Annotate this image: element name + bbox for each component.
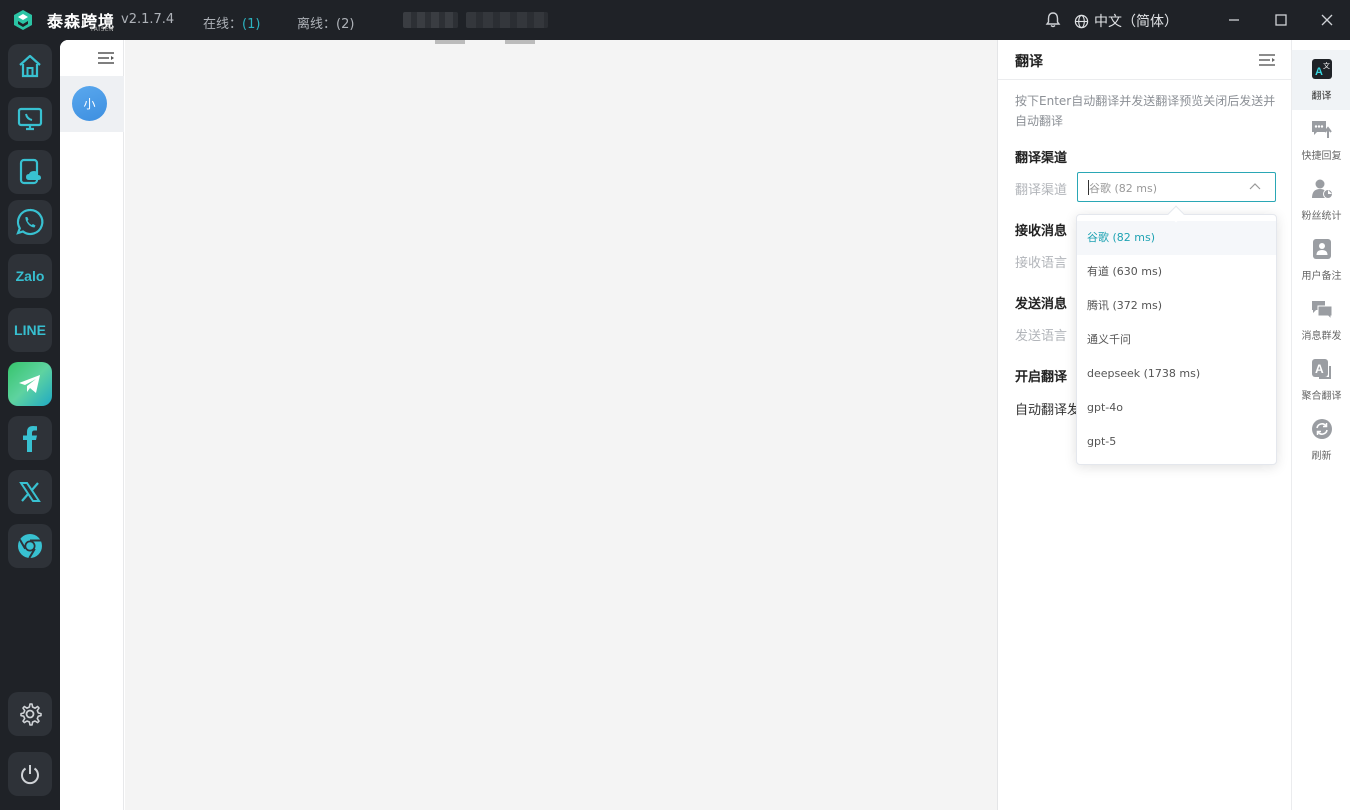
app-subtitle: TAISEN (90, 26, 115, 33)
chat-area (125, 40, 997, 810)
translate-icon: A 文 (1312, 59, 1332, 79)
rail-settings-button[interactable] (8, 692, 52, 736)
avatar: 小 (72, 86, 107, 121)
tool-label: 用户备注 (1301, 271, 1342, 282)
line-label: LINE (14, 322, 46, 338)
redacted-text (435, 40, 575, 44)
enable-section-title: 开启翻译 (1015, 370, 1068, 385)
channel-section-title: 翻译渠道 (1015, 151, 1068, 166)
dropdown-option-google[interactable]: 谷歌 (82 ms) (1077, 221, 1276, 255)
online-count: (1) (242, 17, 261, 32)
chat-list: 小 (60, 40, 124, 810)
send-section-title: 发送消息 (1015, 297, 1068, 312)
tool-label: 聚合翻译 (1301, 391, 1342, 402)
aggregate-translate-icon: A (1312, 359, 1331, 379)
dropdown-option-deepseek[interactable]: deepseek (1738 ms) (1077, 357, 1276, 391)
minimize-icon[interactable] (1224, 10, 1244, 30)
svg-text:A: A (1315, 362, 1324, 376)
settings-icon (20, 703, 42, 726)
rail-line-button[interactable]: LINE (8, 308, 52, 352)
bell-icon[interactable] (1044, 11, 1062, 29)
collapse-menu-icon[interactable] (98, 51, 114, 65)
tool-label: 翻译 (1311, 91, 1332, 102)
dropdown-option-youdao[interactable]: 有道 (630 ms) (1077, 255, 1276, 289)
dropdown-option-qwen[interactable]: 通义千问 (1077, 323, 1276, 357)
app-logo-icon (14, 10, 32, 30)
channel-dropdown: 谷歌 (82 ms) 有道 (630 ms) 腾讯 (372 ms) 通义千问 … (1076, 214, 1277, 465)
title-bar: 泰森跨境 TAISEN v2.1.7.4 在线：(1) 离线：(2) 中文（简体… (0, 0, 1350, 40)
redacted-text (466, 12, 548, 28)
language-selector[interactable]: 中文（简体） (1074, 11, 1178, 31)
chevron-up-icon (1249, 183, 1261, 190)
rail-x-button[interactable] (8, 470, 52, 514)
panel-menu-icon[interactable] (1259, 53, 1275, 67)
x-icon (19, 482, 41, 502)
auto-translate-label: 自动翻译发 (1015, 403, 1081, 418)
channel-label: 翻译渠道 (1015, 183, 1068, 198)
refresh-icon (1312, 419, 1332, 439)
broadcast-icon (1312, 301, 1333, 320)
rail-cloud-phone-button[interactable] (8, 150, 52, 194)
tool-broadcast[interactable]: 消息群发 (1292, 290, 1350, 350)
send-language-label: 发送语言 (1015, 329, 1068, 344)
globe-icon (1074, 14, 1089, 28)
fans-stats-icon (1312, 179, 1333, 199)
close-icon[interactable] (1317, 10, 1337, 30)
chrome-icon (18, 534, 42, 559)
redacted-text (403, 12, 458, 28)
rail-zalo-button[interactable]: Zalo (8, 254, 52, 298)
translate-hint: 按下Enter自动翻译并发送翻译预览关闭后发送并自动翻译 (1015, 94, 1276, 128)
translate-panel-title: 翻译 (1015, 54, 1043, 70)
offline-status: 离线：(2) (297, 17, 355, 32)
svg-text:A: A (1315, 66, 1323, 78)
home-icon (19, 54, 41, 78)
rail-power-button[interactable] (8, 752, 52, 796)
channel-select[interactable]: 谷歌 (82 ms) (1077, 172, 1276, 202)
language-label: 中文（简体） (1094, 14, 1178, 30)
whatsapp-icon (16, 208, 44, 236)
rail-facebook-button[interactable] (8, 416, 52, 460)
power-icon (21, 765, 39, 785)
tool-aggregate-translate[interactable]: A 聚合翻译 (1292, 350, 1350, 410)
dropdown-option-gpt-5[interactable]: gpt-5 (1077, 425, 1276, 459)
online-status: 在线：(1) (203, 17, 261, 32)
tool-label: 快捷回复 (1301, 151, 1342, 162)
zalo-label: Zalo (15, 268, 45, 284)
dropdown-option-tencent[interactable]: 腾讯 (372 ms) (1077, 289, 1276, 323)
tool-refresh[interactable]: 刷新 (1292, 410, 1350, 470)
tool-quick-reply[interactable]: 快捷回复 (1292, 110, 1350, 170)
rail-telegram-button[interactable] (8, 362, 52, 406)
cloud-phone-icon (19, 158, 41, 185)
monitor-icon (17, 107, 43, 131)
dropdown-option-gpt-4o[interactable]: gpt-4o (1077, 391, 1276, 425)
quick-reply-icon (1312, 121, 1332, 138)
tool-fans-stats[interactable]: 粉丝统计 (1292, 170, 1350, 230)
rail-home-button[interactable] (8, 44, 52, 88)
rail-desktop-button[interactable] (8, 97, 52, 141)
tool-label: 刷新 (1311, 451, 1332, 462)
rail-chrome-button[interactable] (8, 524, 52, 568)
tool-user-note[interactable]: 用户备注 (1292, 230, 1350, 290)
app-version: v2.1.7.4 (121, 12, 175, 27)
maximize-icon[interactable] (1271, 10, 1291, 30)
tool-label: 消息群发 (1301, 331, 1342, 342)
svg-text:文: 文 (1323, 61, 1330, 70)
facebook-icon (23, 426, 37, 452)
receive-language-label: 接收语言 (1015, 256, 1068, 271)
tool-rail: A 文 翻译 快捷回复 粉丝统计 用户备注 消息群发 A 聚合翻译 刷新 (1291, 40, 1350, 810)
chat-list-item[interactable]: 小 (60, 76, 124, 132)
receive-section-title: 接收消息 (1015, 224, 1068, 239)
channel-select-value: 谷歌 (82 ms) (1089, 182, 1158, 195)
translate-panel-header: 翻译 (998, 40, 1291, 80)
tool-label: 粉丝统计 (1301, 211, 1342, 222)
telegram-icon (19, 375, 40, 393)
tool-translate[interactable]: A 文 翻译 (1292, 50, 1350, 110)
user-note-icon (1313, 239, 1331, 259)
rail-whatsapp-button[interactable] (8, 200, 52, 244)
offline-count: (2) (336, 17, 355, 32)
